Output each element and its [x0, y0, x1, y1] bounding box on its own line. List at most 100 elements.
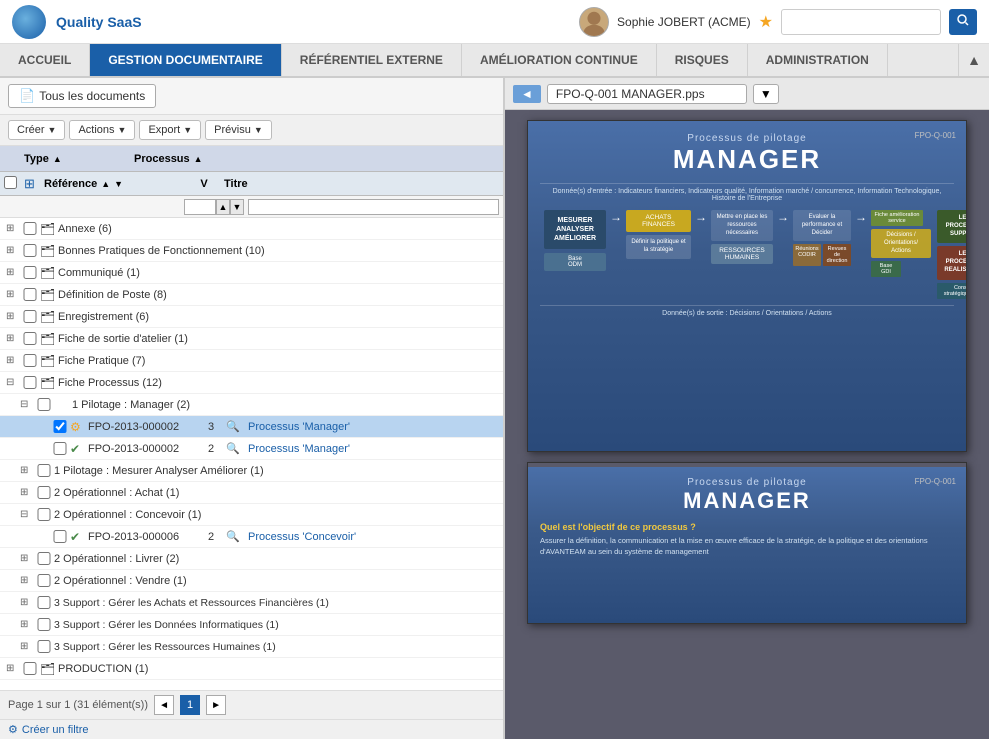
- row-checkbox[interactable]: [36, 486, 52, 499]
- filter-v-down[interactable]: ▼: [230, 199, 244, 215]
- expand-icon[interactable]: ⊞: [6, 311, 22, 322]
- row-checkbox[interactable]: [36, 640, 52, 653]
- col-processus-header[interactable]: Processus ▲: [134, 153, 499, 165]
- col-ref-label: Référence: [44, 178, 97, 190]
- expand-icon[interactable]: ⊞: [6, 245, 22, 256]
- expand-icon[interactable]: ⊞: [20, 553, 36, 564]
- list-item[interactable]: ⊞ 2 Opérationnel : Livrer (2): [0, 548, 503, 570]
- search-doc-icon[interactable]: 🔍: [226, 420, 248, 433]
- row-checkbox[interactable]: [22, 376, 38, 389]
- create-button[interactable]: Créer ▼: [8, 120, 65, 140]
- list-item[interactable]: ⊟ 1 Pilotage : Manager (2): [0, 394, 503, 416]
- row-checkbox[interactable]: [36, 552, 52, 565]
- filter-title-input[interactable]: [248, 199, 499, 215]
- preview-button[interactable]: Prévisu ▼: [205, 120, 272, 140]
- row-checkbox[interactable]: [22, 310, 38, 323]
- expand-icon[interactable]: ⊞: [6, 289, 22, 300]
- col-v-header[interactable]: V: [184, 178, 224, 190]
- diag-reunion-row: RéunionsCODIR Revues dedirection: [793, 244, 851, 266]
- expand-icon[interactable]: ⊞: [20, 641, 36, 652]
- row-checkbox[interactable]: [36, 398, 52, 411]
- row-checkbox[interactable]: [36, 508, 52, 521]
- expand-icon[interactable]: ⊞: [20, 487, 36, 498]
- list-item[interactable]: ⊞ 3 Support : Gérer les Ressources Humai…: [0, 636, 503, 658]
- expand-icon[interactable]: ⊞: [20, 619, 36, 630]
- nav-accueil[interactable]: ACCUEIL: [0, 44, 90, 76]
- list-item[interactable]: ⊞ 🗂 Annexe (6): [0, 218, 503, 240]
- all-documents-tab[interactable]: 📄 Tous les documents: [8, 84, 156, 108]
- filter-v-up[interactable]: ▲: [216, 199, 230, 215]
- row-checkbox[interactable]: [22, 332, 38, 345]
- row-checkbox[interactable]: [52, 420, 68, 433]
- create-filter-link[interactable]: ⚙ Créer un filtre: [8, 723, 495, 736]
- preview-back-button[interactable]: ◄: [513, 85, 541, 103]
- nav-administration[interactable]: ADMINISTRATION: [748, 44, 888, 76]
- col-title-label: Titre: [224, 178, 248, 190]
- row-checkbox[interactable]: [22, 244, 38, 257]
- list-item[interactable]: ⊞ 🗂 Communiqué (1): [0, 262, 503, 284]
- list-item[interactable]: ⚙ FPO-2013-000002 3 🔍 Processus 'Manager…: [0, 416, 503, 438]
- list-item[interactable]: ⊞ 🗂 PRODUCTION (1): [0, 658, 503, 680]
- nav-risques[interactable]: RISQUES: [657, 44, 748, 76]
- row-checkbox[interactable]: [52, 530, 68, 543]
- next-page-button[interactable]: ►: [206, 695, 226, 715]
- prev-page-button[interactable]: ◄: [154, 695, 174, 715]
- list-item[interactable]: ⊟ 🗂 Fiche Processus (12): [0, 372, 503, 394]
- search-doc-icon[interactable]: 🔍: [226, 530, 248, 543]
- row-checkbox[interactable]: [22, 354, 38, 367]
- preview-dropdown-button[interactable]: ▼: [753, 84, 779, 104]
- row-checkbox[interactable]: [36, 618, 52, 631]
- row-checkbox[interactable]: [22, 222, 38, 235]
- collapse-icon[interactable]: ⊟: [6, 377, 22, 388]
- collapse-icon[interactable]: ⊟: [20, 399, 36, 410]
- expand-icon[interactable]: ⊞: [20, 465, 36, 476]
- nav-gestion-documentaire[interactable]: GESTION DOCUMENTAIRE: [90, 44, 281, 76]
- add-icon[interactable]: ⊞: [24, 176, 35, 191]
- list-item[interactable]: ⊞ 🗂 Enregistrement (6): [0, 306, 503, 328]
- star-icon[interactable]: ★: [759, 12, 773, 32]
- nav-amelioration-continue[interactable]: AMÉLIORATION CONTINUE: [462, 44, 657, 76]
- list-item[interactable]: ⊞ 2 Opérationnel : Achat (1): [0, 482, 503, 504]
- search-input[interactable]: [781, 9, 941, 35]
- actions-button[interactable]: Actions ▼: [69, 120, 135, 140]
- list-item[interactable]: ✔ FPO-2013-000006 2 🔍 Processus 'Concevo…: [0, 526, 503, 548]
- list-item[interactable]: ⊞ 2 Opérationnel : Vendre (1): [0, 570, 503, 592]
- expand-icon[interactable]: ⊞: [6, 223, 22, 234]
- tree-area: ⊞ 🗂 Annexe (6) ⊞ 🗂 Bonnes Pratiques de F…: [0, 218, 503, 690]
- pagination-info: Page 1 sur 1 (31 élément(s)): [8, 699, 148, 711]
- collapse-icon[interactable]: ⊟: [20, 509, 36, 520]
- col-ref-header[interactable]: Référence ▲ ▼: [44, 178, 184, 190]
- row-checkbox[interactable]: [22, 266, 38, 279]
- row-checkbox[interactable]: [36, 464, 52, 477]
- expand-icon[interactable]: ⊞: [20, 575, 36, 586]
- icon-header: ⊞: [24, 176, 44, 192]
- expand-icon[interactable]: ⊞: [6, 267, 22, 278]
- row-checkbox[interactable]: [22, 662, 38, 675]
- expand-icon[interactable]: ⊞: [20, 597, 36, 608]
- row-checkbox[interactable]: [22, 288, 38, 301]
- list-item[interactable]: ⊞ 🗂 Fiche Pratique (7): [0, 350, 503, 372]
- expand-icon[interactable]: ⊞: [6, 333, 22, 344]
- expand-icon[interactable]: ⊞: [6, 663, 22, 674]
- search-button[interactable]: [949, 9, 977, 35]
- list-item[interactable]: ⊟ 2 Opérationnel : Concevoir (1): [0, 504, 503, 526]
- expand-icon[interactable]: ⊞: [6, 355, 22, 366]
- row-checkbox[interactable]: [52, 442, 68, 455]
- export-button[interactable]: Export ▼: [139, 120, 201, 140]
- filter-v-input[interactable]: [184, 199, 216, 215]
- list-item[interactable]: ⊞ 1 Pilotage : Mesurer Analyser Améliore…: [0, 460, 503, 482]
- row-checkbox[interactable]: [36, 596, 52, 609]
- row-checkbox[interactable]: [36, 574, 52, 587]
- list-item[interactable]: ⊞ 🗂 Fiche de sortie d'atelier (1): [0, 328, 503, 350]
- col-type-header[interactable]: Type ▲: [4, 153, 134, 165]
- nav-collapse-button[interactable]: ▲: [958, 44, 989, 76]
- list-item[interactable]: ✔ FPO-2013-000002 2 🔍 Processus 'Manager…: [0, 438, 503, 460]
- table-header-1: Type ▲ Processus ▲: [0, 146, 503, 172]
- list-item[interactable]: ⊞ 🗂 Définition de Poste (8): [0, 284, 503, 306]
- list-item[interactable]: ⊞ 3 Support : Gérer les Données Informat…: [0, 614, 503, 636]
- list-item[interactable]: ⊞ 3 Support : Gérer les Achats et Ressou…: [0, 592, 503, 614]
- select-all-checkbox[interactable]: [4, 176, 17, 189]
- search-doc-icon[interactable]: 🔍: [226, 442, 248, 455]
- list-item[interactable]: ⊞ 🗂 Bonnes Pratiques de Fonctionnement (…: [0, 240, 503, 262]
- nav-referentiel-externe[interactable]: RÉFÉRENTIEL EXTERNE: [282, 44, 462, 76]
